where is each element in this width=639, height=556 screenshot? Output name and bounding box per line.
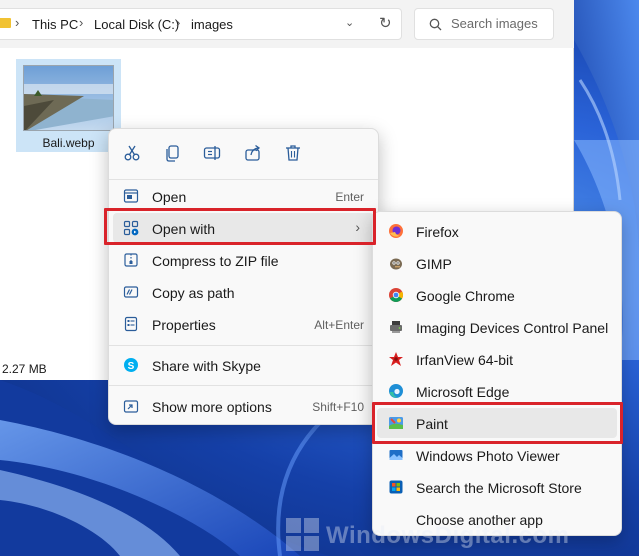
watermark-text: WindowsDigital.com — [326, 522, 570, 549]
submenu-item-imaging-devices[interactable]: Imaging Devices Control Panel — [377, 312, 617, 342]
zip-icon — [124, 253, 138, 267]
search-icon — [429, 18, 442, 31]
photo-thumbnail — [23, 65, 114, 131]
menu-item-label: Properties — [152, 317, 216, 333]
submenu-item-label: Firefox — [416, 224, 459, 240]
address-bar[interactable]: › This PC › Local Disk (C:) › images ⌄ ↻ — [0, 8, 402, 40]
open-icon — [123, 189, 139, 203]
file-name: Bali.webp — [42, 136, 95, 150]
gimp-icon — [390, 258, 402, 270]
menu-item-label: Open with — [152, 221, 216, 237]
copy-icon[interactable] — [163, 143, 183, 163]
menu-item-properties[interactable]: Properties Alt+Enter — [113, 309, 374, 339]
menu-item-label: Copy as path — [152, 285, 235, 301]
submenu-item-chrome[interactable]: Google Chrome — [377, 280, 617, 310]
firefox-icon — [389, 224, 403, 238]
submenu-item-label: Google Chrome — [416, 288, 515, 304]
submenu-item-label: Microsoft Edge — [416, 384, 510, 400]
chevron-right-icon: › — [355, 219, 360, 235]
submenu-item-label: Imaging Devices Control Panel — [416, 320, 609, 336]
watermark: WindowsDigital.com — [280, 514, 639, 556]
share-icon[interactable] — [243, 143, 263, 163]
submenu-item-firefox[interactable]: Firefox — [377, 216, 617, 246]
imaging-devices-icon — [390, 321, 402, 333]
photo-viewer-icon — [389, 450, 403, 460]
submenu-item-label: Windows Photo Viewer — [416, 448, 560, 464]
menu-item-label: Show more options — [152, 399, 272, 415]
search-box[interactable] — [414, 8, 554, 40]
chevron-right-icon: › — [79, 15, 84, 30]
refresh-icon[interactable]: ↻ — [379, 14, 392, 32]
submenu-item-edge[interactable]: Microsoft Edge — [377, 376, 617, 406]
menu-item-label: Compress to ZIP file — [152, 253, 279, 269]
breadcrumb-local-disk[interactable]: Local Disk (C:) — [94, 17, 179, 32]
open-with-submenu: Firefox GIMP Google Chrome Imaging Devic… — [372, 211, 622, 536]
menu-item-shortcut: Alt+Enter — [314, 318, 364, 332]
properties-icon — [124, 316, 138, 332]
menu-item-label: Share with Skype — [152, 358, 261, 374]
menu-item-shortcut: Enter — [335, 190, 364, 204]
chevron-down-icon[interactable]: ⌄ — [345, 16, 354, 29]
skype-icon: S — [124, 358, 138, 372]
menu-separator — [109, 179, 378, 180]
rename-icon[interactable] — [202, 143, 222, 163]
submenu-item-label: IrfanView 64-bit — [416, 352, 514, 368]
breadcrumb-images[interactable]: images — [191, 17, 233, 32]
menu-separator — [109, 385, 378, 386]
edge-icon — [389, 384, 403, 398]
svg-text:S: S — [128, 361, 135, 372]
menu-item-open-with[interactable]: Open with › — [113, 213, 374, 243]
menu-item-compress-zip[interactable]: Compress to ZIP file — [113, 245, 374, 275]
menu-item-shortcut: Shift+F10 — [312, 400, 364, 414]
open-with-icon — [123, 220, 139, 236]
submenu-item-paint[interactable]: Paint — [377, 408, 617, 438]
submenu-item-photo-viewer[interactable]: Windows Photo Viewer — [377, 440, 617, 470]
menu-separator — [109, 345, 378, 346]
menu-item-show-more-options[interactable]: Show more options Shift+F10 — [113, 391, 374, 421]
more-options-icon — [123, 400, 139, 413]
store-icon — [389, 480, 403, 494]
context-menu: Open Enter Open with › Compress to ZIP f… — [108, 128, 379, 425]
submenu-item-label: Search the Microsoft Store — [416, 480, 582, 496]
menu-item-share-skype[interactable]: S Share with Skype — [113, 350, 374, 380]
explorer-toolbar: › This PC › Local Disk (C:) › images ⌄ ↻ — [0, 0, 574, 48]
submenu-item-irfanview[interactable]: IrfanView 64-bit — [377, 344, 617, 374]
menu-item-label: Open — [152, 189, 187, 205]
menu-item-copy-as-path[interactable]: Copy as path — [113, 277, 374, 307]
folder-icon — [0, 18, 11, 28]
breadcrumb-this-pc[interactable]: This PC — [32, 17, 78, 32]
search-input[interactable] — [451, 16, 551, 31]
scissors-icon[interactable] — [122, 143, 142, 163]
submenu-item-microsoft-store[interactable]: Search the Microsoft Store — [377, 472, 617, 502]
irfanview-icon — [389, 352, 403, 366]
submenu-item-gimp[interactable]: GIMP — [377, 248, 617, 278]
menu-item-open[interactable]: Open Enter — [113, 181, 374, 211]
chevron-right-icon: › — [15, 15, 20, 30]
status-file-size: 2.27 MB — [2, 362, 47, 376]
submenu-item-label: GIMP — [416, 256, 452, 272]
trash-icon[interactable] — [283, 143, 303, 163]
file-item-bali[interactable]: Bali.webp — [16, 59, 121, 152]
windows-logo-icon — [286, 518, 319, 551]
copy-path-icon — [123, 286, 139, 298]
chevron-right-icon: › — [176, 15, 181, 30]
chrome-icon — [389, 288, 403, 302]
paint-icon — [389, 417, 403, 429]
submenu-item-label: Paint — [416, 416, 448, 432]
